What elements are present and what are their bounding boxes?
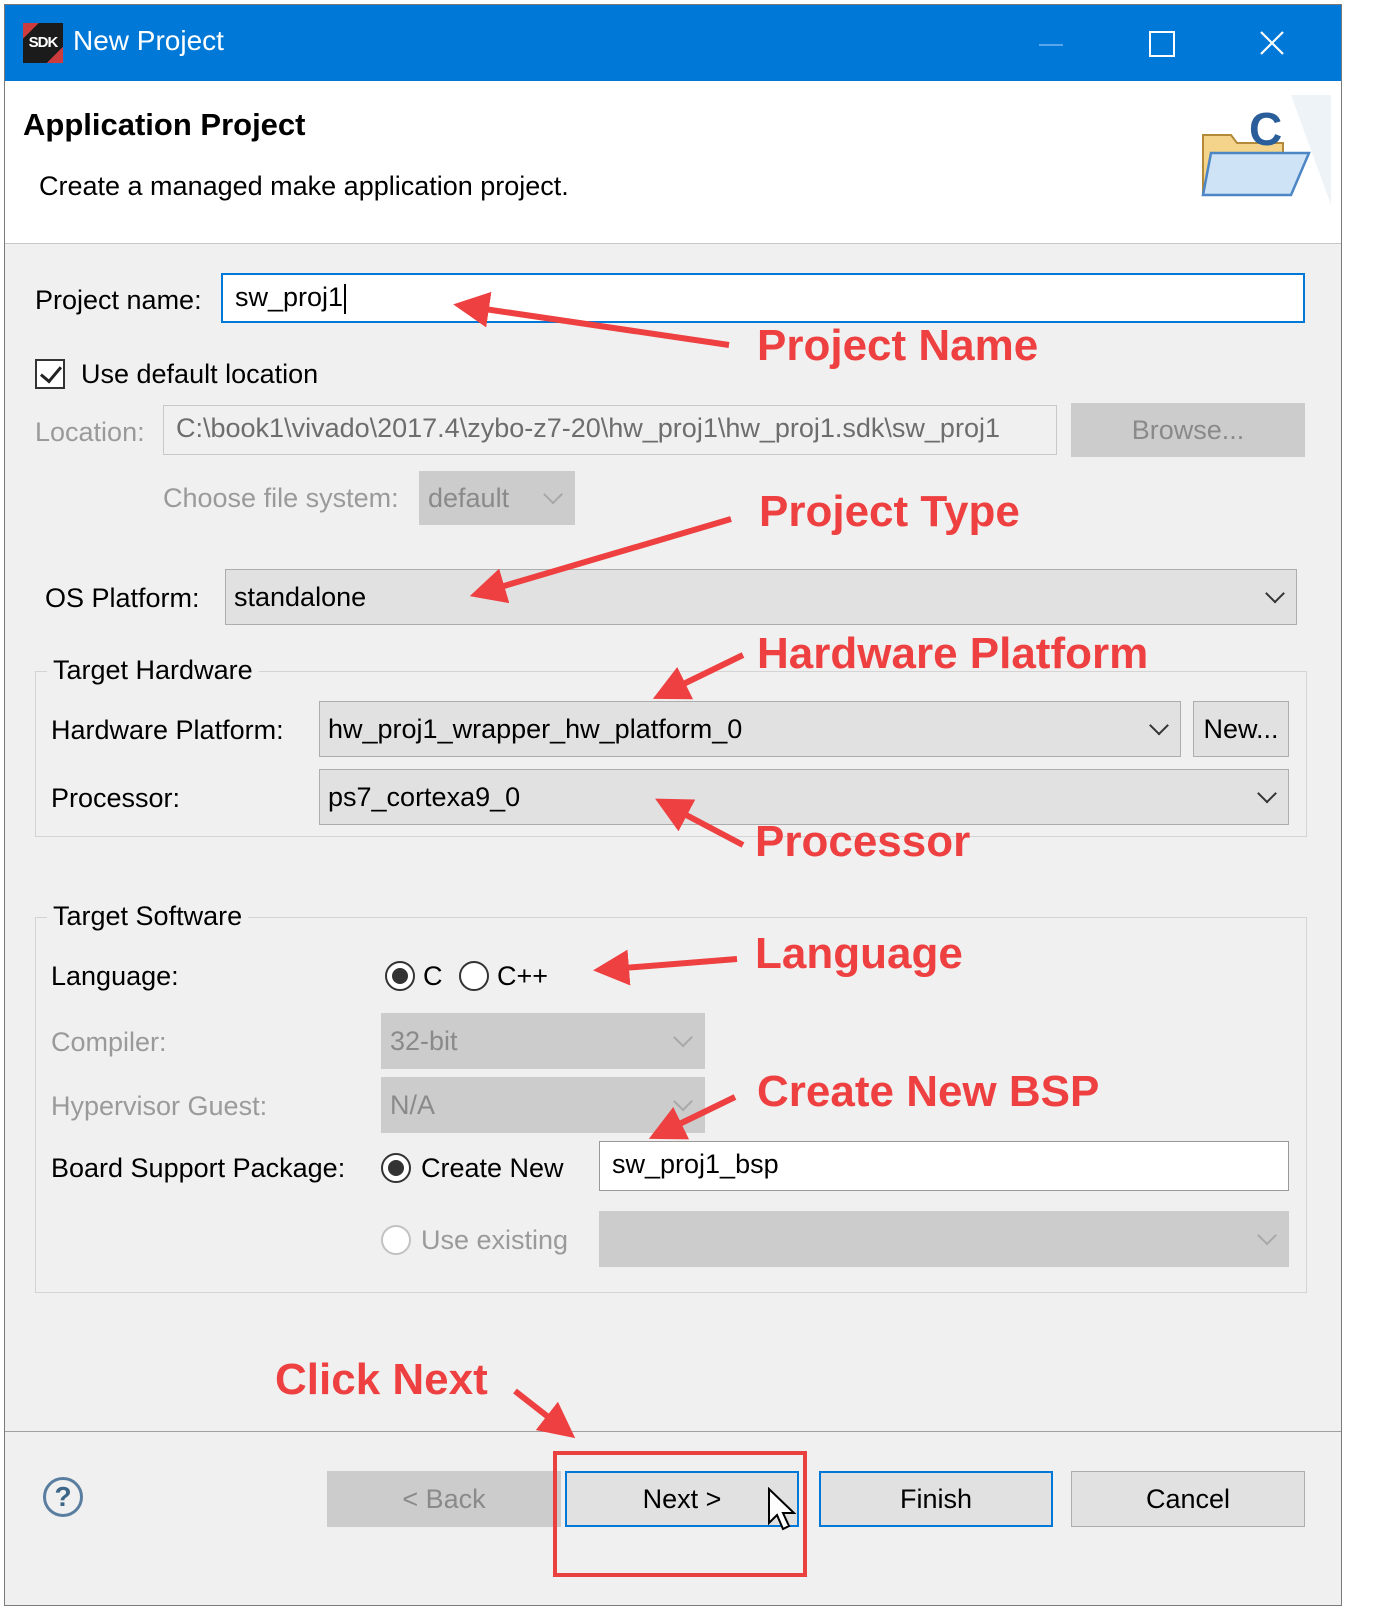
project-name-arrow	[453, 291, 730, 348]
annotation-hardware-platform: Hardware Platform	[757, 629, 1149, 678]
language-arrow	[593, 949, 738, 986]
project-type-arrow	[469, 516, 732, 604]
new-project-dialog: SDK New Project Application Project Crea…	[4, 4, 1342, 1606]
annotation-create-new-bsp: Create New BSP	[757, 1067, 1100, 1116]
annotation-project-type: Project Type	[759, 487, 1020, 536]
annotation-language: Language	[755, 929, 963, 978]
mouse-pointer-icon	[768, 1487, 797, 1531]
annotation-processor: Processor	[755, 817, 971, 866]
hardware-platform-arrow	[652, 652, 745, 700]
annotation-project-name: Project Name	[757, 321, 1039, 370]
create-new-bsp-arrow	[648, 1094, 737, 1140]
annotation-click-next: Click Next	[275, 1355, 488, 1404]
annotation-arrows	[453, 291, 745, 1439]
processor-arrow	[655, 798, 745, 848]
click-next-arrow	[513, 1388, 576, 1439]
